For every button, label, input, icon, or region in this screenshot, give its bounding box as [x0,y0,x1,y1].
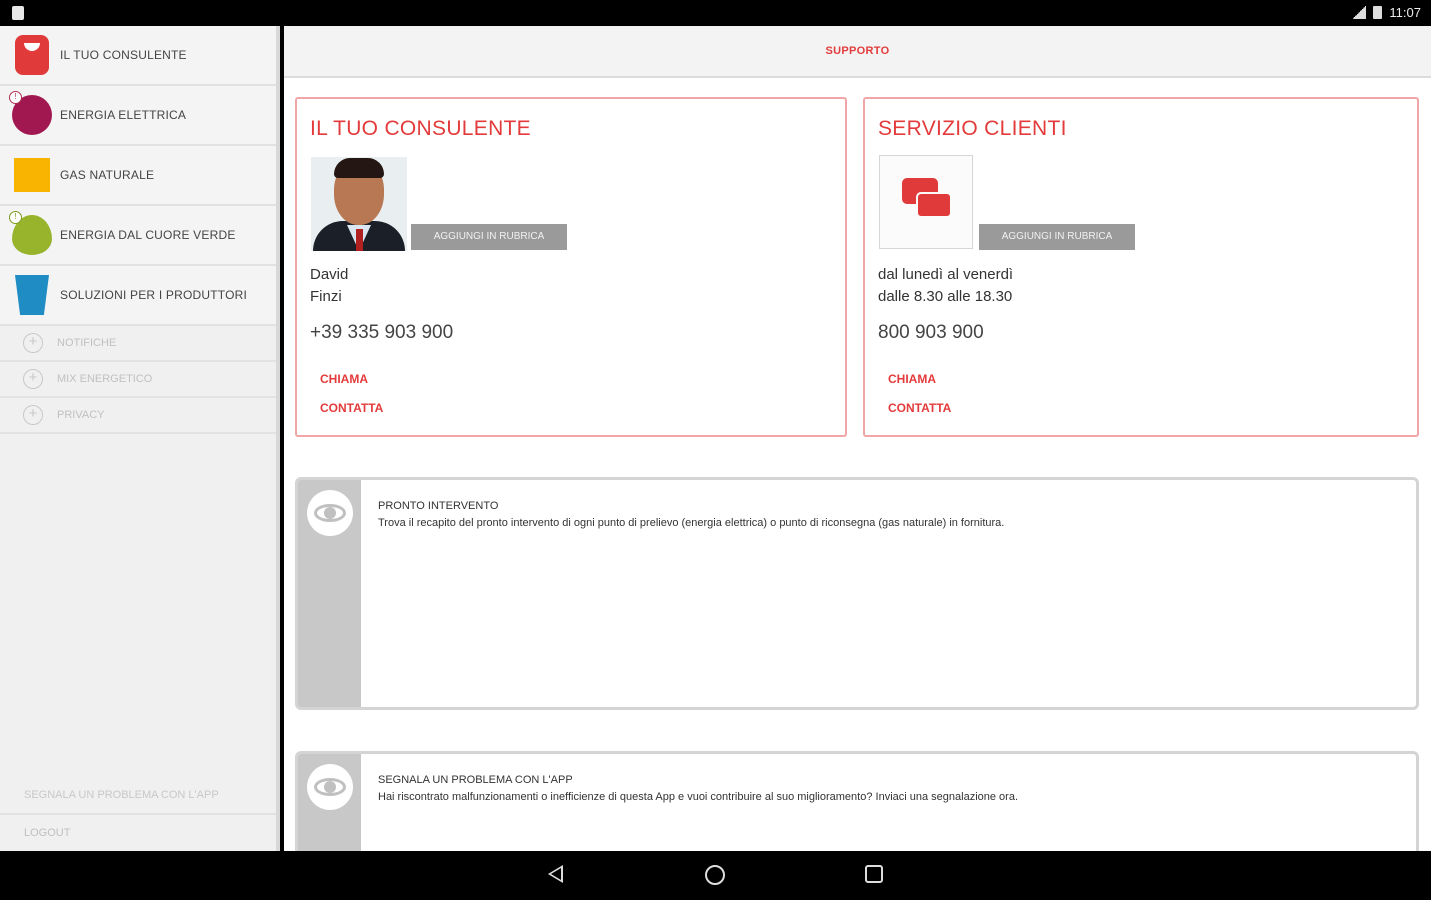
alert-badge: ! [9,211,22,224]
sidebar-sub-label: NOTIFICHE [57,337,117,349]
sidebar-item-label: IL TUO CONSULENTE [60,48,187,62]
sidebar-item-gas-naturale[interactable]: GAS NATURALE [0,146,276,206]
recent-apps-icon[interactable] [865,865,883,883]
sidebar: IL TUO CONSULENTE ! ENERGIA ELETTRICA GA… [0,26,280,851]
info-card-description: Trova il recapito del pronto intervento … [378,517,1005,529]
contact-button[interactable]: CONTATTA [320,401,383,415]
home-icon[interactable] [705,865,725,885]
service-hours-days: dal lunedì al venerdì [878,266,1014,283]
app-notification-icon [12,6,24,20]
green-heart-icon: ! [9,211,52,255]
contact-button[interactable]: CONTATTA [888,401,951,415]
sidebar-item-label: SOLUZIONI PER I PRODUTTORI [60,288,247,302]
battery-icon [1373,6,1383,19]
add-to-contacts-button[interactable]: AGGIUNGI IN RUBRICA [411,224,567,250]
status-bar: 11:07 [0,0,1431,26]
eye-icon [307,764,353,810]
page-title: SUPPORTO [825,45,890,57]
page-header: SUPPORTO [284,26,1431,78]
sidebar-item-label: ENERGIA DAL CUORE VERDE [60,228,236,242]
logout-link[interactable]: LOGOUT [0,815,276,851]
sidebar-sub-label: PRIVACY [57,409,105,421]
sidebar-item-cuore-verde[interactable]: ! ENERGIA DAL CUORE VERDE [0,206,276,266]
consultant-first-name: David [310,266,349,283]
sidebar-item-consulente[interactable]: IL TUO CONSULENTE [0,26,276,86]
plus-circle-icon: + [23,333,43,353]
customer-service-card: SERVIZIO CLIENTI AGGIUNGI IN RUBRICA dal… [863,97,1419,437]
card-rail [298,754,361,851]
consultant-icon [15,35,49,75]
back-icon[interactable] [548,865,563,883]
card-title: SERVIZIO CLIENTI [878,117,1067,140]
report-problem-card[interactable]: SEGNALA UN PROBLEMA CON L'APP Hai riscon… [295,751,1419,851]
service-phone: 800 903 900 [878,322,984,343]
navigation-bar [0,851,1431,900]
consultant-phone: +39 335 903 900 [310,322,454,343]
info-card-description: Hai riscontrato malfunzionamenti o ineff… [378,791,1018,803]
electricity-icon: ! [9,91,52,135]
sidebar-footer: SEGNALA UN PROBLEMA CON L'APP LOGOUT [0,777,276,851]
eye-icon [307,490,353,536]
service-hours-time: dalle 8.30 alle 18.30 [878,288,1013,305]
card-rail [298,480,361,707]
card-title: IL TUO CONSULENTE [310,117,531,140]
info-card-title: PRONTO INTERVENTO [378,500,499,512]
call-button[interactable]: CHIAMA [320,372,368,386]
main-content: SUPPORTO IL TUO CONSULENTE AGGIUNGI IN R… [284,26,1431,851]
alert-badge: ! [9,91,22,104]
sidebar-item-mix-energetico[interactable]: + MIX ENERGETICO [0,362,276,398]
gas-icon [14,158,50,192]
signal-icon [1352,6,1367,19]
sidebar-sub-label: MIX ENERGETICO [57,373,153,385]
plus-circle-icon: + [23,369,43,389]
add-to-contacts-button[interactable]: AGGIUNGI IN RUBRICA [979,224,1135,250]
emergency-service-card[interactable]: PRONTO INTERVENTO Trova il recapito del … [295,477,1419,710]
plus-circle-icon: + [23,405,43,425]
producers-icon [15,275,49,315]
sidebar-item-label: ENERGIA ELETTRICA [60,108,187,122]
clock: 11:07 [1389,5,1421,20]
consultant-card: IL TUO CONSULENTE AGGIUNGI IN RUBRICA Da… [295,97,847,437]
report-problem-link[interactable]: SEGNALA UN PROBLEMA CON L'APP [0,777,276,815]
sidebar-item-privacy[interactable]: + PRIVACY [0,398,276,434]
chat-icon [879,155,973,249]
sidebar-item-notifiche[interactable]: + NOTIFICHE [0,326,276,362]
info-card-title: SEGNALA UN PROBLEMA CON L'APP [378,774,573,786]
call-button[interactable]: CHIAMA [888,372,936,386]
sidebar-item-energia-elettrica[interactable]: ! ENERGIA ELETTRICA [0,86,276,146]
sidebar-item-label: GAS NATURALE [60,168,155,182]
consultant-last-name: Finzi [310,288,342,305]
consultant-photo [311,157,407,251]
sidebar-item-produttori[interactable]: SOLUZIONI PER I PRODUTTORI [0,266,276,326]
